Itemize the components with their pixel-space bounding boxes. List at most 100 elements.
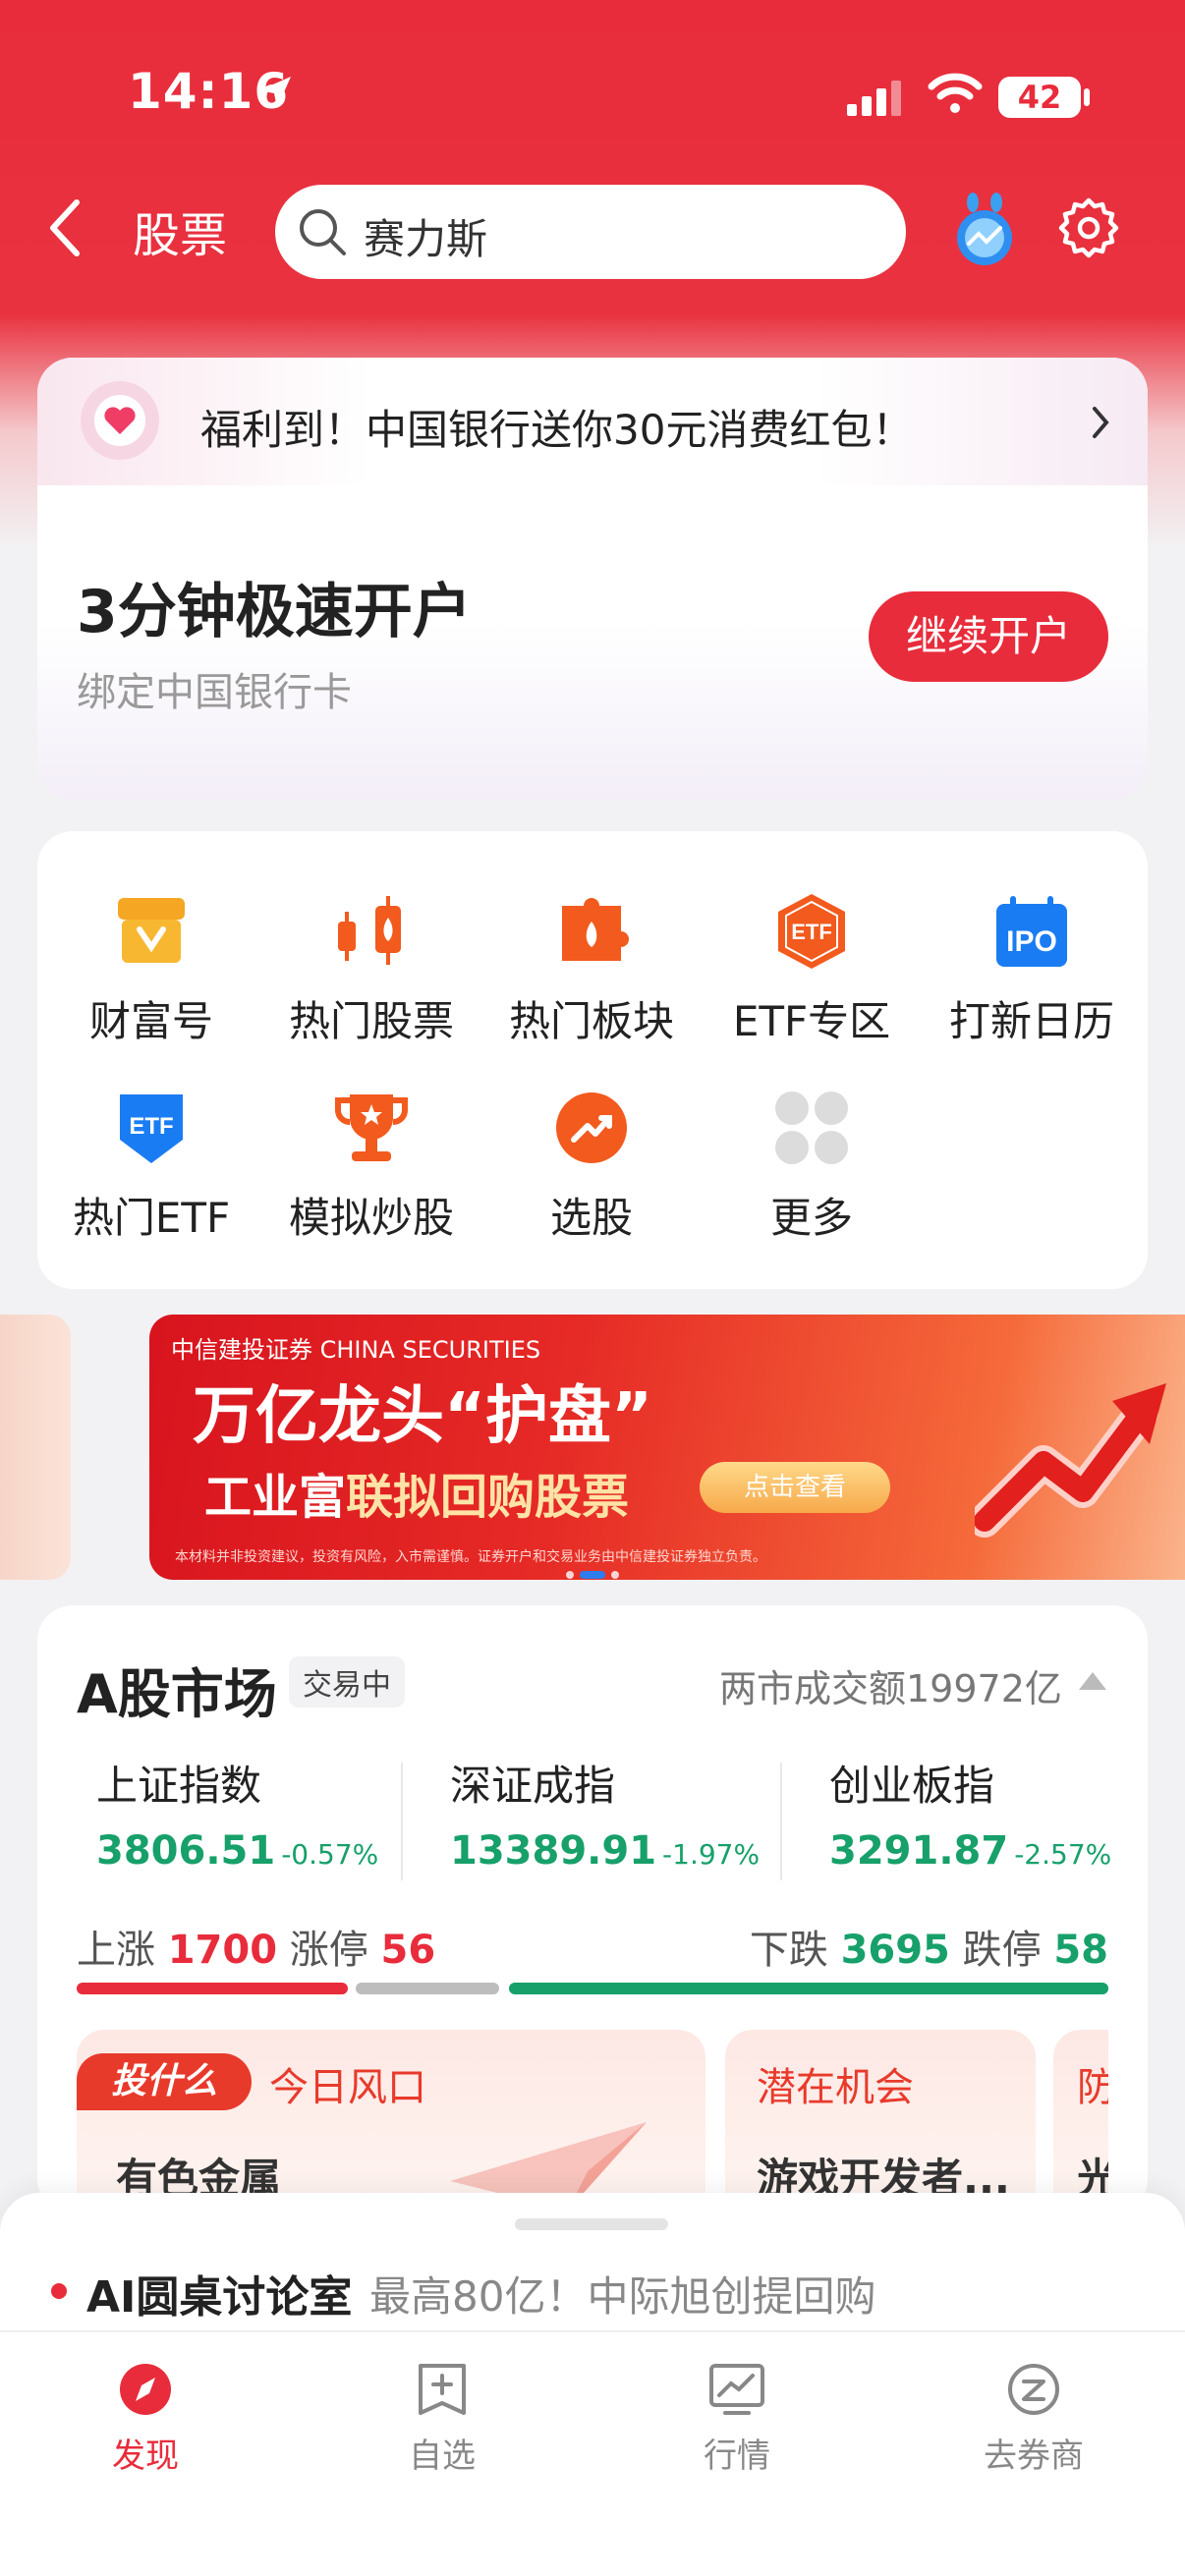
banner-subtitle-a: 工业富 bbox=[204, 1470, 347, 1525]
tab-label: 自选 bbox=[409, 2436, 476, 2476]
tabbar-divider bbox=[0, 2330, 1185, 2332]
shortcut-label: 更多 bbox=[769, 1194, 853, 1242]
watchlist-add-icon bbox=[419, 2364, 466, 2415]
tab-discover[interactable]: 发现 bbox=[47, 2362, 244, 2477]
shortcut-hot-etf[interactable]: ETF 热门ETF bbox=[53, 1089, 250, 1245]
market-chart-icon bbox=[709, 2364, 764, 2415]
banner-subtitle: 工业富联拟回购股票 bbox=[204, 1458, 629, 1527]
sheet-drag-handle[interactable] bbox=[515, 2218, 668, 2230]
promo-strip[interactable]: 福利到！中国银行送你30元消费红包！ bbox=[37, 358, 1148, 485]
index-shanghai[interactable]: 上证指数 3806.51 -0.57% bbox=[96, 1753, 378, 1874]
page-title: 股票 bbox=[133, 208, 228, 263]
search-value: 赛力斯 bbox=[364, 215, 488, 263]
wifi-icon bbox=[928, 73, 983, 113]
stock-picker-icon bbox=[556, 1092, 627, 1163]
index-value: 13389.91 bbox=[450, 1828, 657, 1874]
trophy-icon bbox=[335, 1094, 408, 1161]
broker-icon bbox=[1008, 2364, 1059, 2415]
bottom-sheet: AI圆桌讨论室 最高80亿！中际旭创提回购 发现 自选 行情 去券商 bbox=[0, 2193, 1185, 2576]
ai-roundtable-title[interactable]: AI圆桌讨论室 bbox=[86, 2262, 352, 2324]
carousel-dot bbox=[566, 1571, 574, 1579]
live-dot bbox=[51, 2283, 67, 2299]
banner-title: 万亿龙头“护盘” bbox=[193, 1380, 653, 1453]
index-value: 3806.51 bbox=[96, 1828, 276, 1874]
advancers-bar bbox=[77, 1983, 348, 1994]
ai-roundtable-subtitle[interactable]: 最高80亿！中际旭创提回购 bbox=[369, 2264, 875, 2324]
index-change: -1.97% bbox=[662, 1838, 761, 1871]
shortcut-hot-sectors[interactable]: 热门板块 bbox=[493, 892, 690, 1048]
shortcut-grid: 财富号 热门股票 热门板块 ETF ETF专区 IPO 打新日历 ETF 热门E… bbox=[37, 831, 1148, 1289]
limit-up-count: 56 bbox=[380, 1928, 436, 1973]
tab-label: 去券商 bbox=[984, 2436, 1084, 2476]
limit-down-label: 跌停 bbox=[962, 1928, 1042, 1973]
index-change: -0.57% bbox=[281, 1838, 379, 1871]
index-change: -2.57% bbox=[1014, 1838, 1112, 1871]
settings-gear-icon[interactable] bbox=[1057, 196, 1120, 259]
potential-opportunity-card[interactable]: 潜在机会 游戏开发者... bbox=[725, 2030, 1036, 2207]
a-share-market-card: A股市场 交易中 两市成交额19972亿 上证指数 3806.51 -0.57% … bbox=[37, 1605, 1148, 2214]
shortcut-stock-picker[interactable]: 选股 bbox=[493, 1089, 690, 1245]
banner-disclaimer: 本材料并非投资建议，投资有风险，入市需谨慎。证券开户和交易业务由中信建投证券独立… bbox=[175, 1549, 766, 1565]
up-label: 上涨 bbox=[77, 1928, 155, 1973]
account-opening-card: 福利到！中国银行送你30元消费红包！ 3分钟极速开户 绑定中国银行卡 继续开户 bbox=[37, 358, 1148, 800]
promo-banner-text: 福利到！中国银行送你30元消费红包！ bbox=[200, 406, 914, 454]
index-shenzhen[interactable]: 深证成指 13389.91 -1.97% bbox=[450, 1753, 760, 1874]
carousel-dots bbox=[0, 1564, 1185, 1583]
shortcut-label: 模拟炒股 bbox=[288, 1194, 454, 1242]
mascot-assistant-icon[interactable] bbox=[953, 193, 1016, 267]
wealth-store-icon bbox=[118, 898, 185, 963]
ad-banner[interactable]: 中信建投证券 CHINA SECURITIES 万亿龙头“护盘” 工业富联拟回购… bbox=[149, 1315, 1185, 1580]
card-title: 防 bbox=[1077, 2065, 1108, 2110]
card-title: 潜在机会 bbox=[757, 2065, 914, 2110]
shortcut-label: 热门板块 bbox=[508, 997, 674, 1045]
unchanged-bar bbox=[356, 1983, 499, 1994]
decliners-summary: 下跌 3695 跌停 58 bbox=[750, 1918, 1108, 1975]
previous-banner-peek[interactable] bbox=[0, 1315, 71, 1580]
banner-view-button[interactable]: 点击查看 bbox=[700, 1462, 890, 1513]
down-count: 3695 bbox=[840, 1928, 950, 1973]
divider bbox=[401, 1763, 403, 1880]
today-trend-card[interactable]: 投什么 今日风口 有色金属 bbox=[77, 2030, 705, 2207]
index-value: 3291.87 bbox=[829, 1828, 1009, 1874]
tab-broker[interactable]: 去券商 bbox=[935, 2362, 1132, 2477]
search-icon bbox=[300, 209, 346, 255]
shortcut-label: ETF专区 bbox=[732, 997, 891, 1045]
third-card[interactable]: 防 光 bbox=[1053, 2030, 1108, 2207]
carousel-dot-active bbox=[580, 1571, 605, 1579]
limit-down-count: 58 bbox=[1053, 1928, 1108, 1973]
more-grid-icon bbox=[775, 1092, 848, 1164]
tab-watchlist[interactable]: 自选 bbox=[344, 2362, 540, 2477]
shortcut-label: 热门ETF bbox=[72, 1194, 231, 1242]
red-envelope-heart-icon bbox=[81, 381, 159, 460]
location-arrow-icon bbox=[259, 77, 291, 108]
ipo-calendar-icon: IPO bbox=[996, 896, 1067, 967]
index-name: 上证指数 bbox=[96, 1762, 262, 1810]
tab-label: 发现 bbox=[112, 2436, 179, 2476]
tab-market[interactable]: 行情 bbox=[639, 2362, 835, 2477]
shortcut-etf-zone[interactable]: ETF ETF专区 bbox=[713, 892, 910, 1048]
up-count: 1700 bbox=[167, 1928, 278, 1973]
chevron-right-icon bbox=[1093, 407, 1109, 438]
shortcut-ipo-calendar[interactable]: IPO 打新日历 bbox=[933, 892, 1130, 1048]
limit-up-label: 涨停 bbox=[289, 1928, 368, 1973]
search-input[interactable]: 赛力斯 bbox=[275, 185, 906, 279]
tab-label: 行情 bbox=[704, 2436, 770, 2476]
advancers-summary: 上涨 1700 涨停 56 bbox=[77, 1918, 435, 1975]
banner-broker-logo: 中信建投证券 CHINA SECURITIES bbox=[171, 1336, 541, 1364]
shortcut-mock-trading[interactable]: 模拟炒股 bbox=[273, 1089, 470, 1245]
index-chinext[interactable]: 创业板指 3291.87 -2.57% bbox=[829, 1753, 1111, 1874]
shortcut-more[interactable]: 更多 bbox=[713, 1089, 910, 1245]
hot-etf-shield-icon: ETF bbox=[120, 1094, 183, 1163]
continue-opening-button[interactable]: 继续开户 bbox=[869, 591, 1108, 682]
back-arrow-icon[interactable] bbox=[45, 196, 85, 259]
down-label: 下跌 bbox=[749, 1928, 828, 1973]
carousel-dot bbox=[611, 1571, 619, 1579]
shortcut-hot-stocks[interactable]: 热门股票 bbox=[273, 892, 470, 1048]
divider bbox=[780, 1763, 782, 1880]
card-title: 今日风口 bbox=[269, 2065, 426, 2110]
etf-zone-icon: ETF bbox=[778, 894, 845, 969]
collapse-triangle-icon[interactable] bbox=[1077, 1670, 1108, 1692]
rising-arrow-icon bbox=[975, 1383, 1166, 1538]
shortcut-wealth[interactable]: 财富号 bbox=[53, 892, 250, 1048]
index-name: 深证成指 bbox=[450, 1762, 616, 1810]
